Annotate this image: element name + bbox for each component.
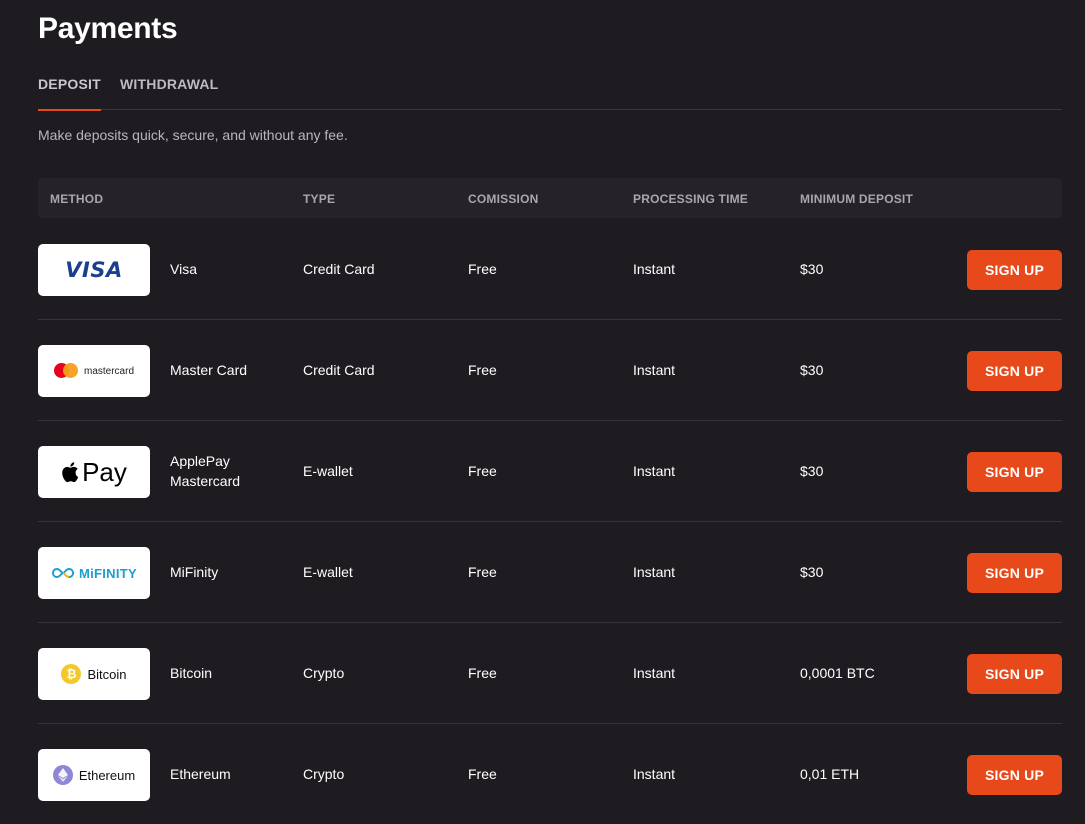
sign-up-button[interactable]: SIGN UP: [967, 452, 1062, 492]
table-row: VISA Visa Credit Card Free Instant $30 S…: [38, 219, 1062, 320]
page-title: Payments: [38, 12, 178, 45]
method-commission: Free: [468, 463, 497, 479]
method-name: MiFinity: [170, 564, 219, 580]
mastercard-logo-text: mastercard: [83, 365, 134, 377]
payment-tabs: DEPOSIT WITHDRAWAL: [38, 76, 1062, 111]
mastercard-logo-icon: mastercard: [38, 345, 150, 397]
method-commission: Free: [468, 261, 497, 277]
mastercard-circles-icon: [53, 363, 78, 379]
sign-up-button[interactable]: SIGN UP: [967, 654, 1062, 694]
tab-withdrawal[interactable]: WITHDRAWAL: [120, 76, 218, 110]
method-processing-time: Instant: [633, 463, 676, 479]
method-commission: Free: [468, 564, 497, 580]
infinity-icon: [51, 567, 74, 579]
method-processing-time: Instant: [633, 766, 676, 782]
ethereum-coin-icon: [52, 765, 73, 785]
sign-up-button[interactable]: SIGN UP: [967, 553, 1062, 593]
page-subtitle: Make deposits quick, secure, and without…: [38, 127, 348, 143]
mifinity-logo-text: MiFINITY: [78, 565, 137, 581]
method-minimum-deposit: $30: [800, 261, 824, 277]
method-commission: Free: [468, 665, 497, 681]
method-type: E-wallet: [303, 564, 353, 580]
table-row: MiFINITY MiFinity E-wallet Free Instant …: [38, 522, 1062, 623]
applepay-logo-icon: Pay: [38, 446, 150, 498]
tab-deposit[interactable]: DEPOSIT: [38, 76, 101, 111]
ethereum-logo-icon: Ethereum: [38, 749, 150, 801]
method-minimum-deposit: 0,01 ETH: [800, 766, 860, 782]
bitcoin-logo-text: Bitcoin: [87, 666, 127, 682]
sign-up-button[interactable]: SIGN UP: [967, 755, 1062, 795]
header-method: METHOD: [50, 192, 104, 206]
method-processing-time: Instant: [633, 665, 676, 681]
visa-logo-icon: VISA: [38, 244, 150, 296]
method-name: Ethereum: [170, 766, 231, 782]
method-type: Crypto: [303, 766, 345, 782]
method-name: Visa: [170, 261, 197, 277]
header-commission: COMISSION: [468, 192, 539, 206]
method-minimum-deposit: $30: [800, 362, 824, 378]
header-minimum-deposit: MINIMUM DEPOSIT: [800, 192, 913, 206]
mifinity-logo-icon: MiFINITY: [38, 547, 150, 599]
sign-up-button[interactable]: SIGN UP: [967, 351, 1062, 391]
table-header: METHOD TYPE COMISSION PROCESSING TIME MI…: [38, 178, 1062, 218]
table-row: Ethereum Ethereum Crypto Free Instant 0,…: [38, 724, 1062, 824]
apple-logo-icon: [62, 462, 79, 483]
table-row: mastercard Master Card Credit Card Free …: [38, 320, 1062, 421]
method-minimum-deposit: $30: [800, 564, 824, 580]
method-type: E-wallet: [303, 463, 353, 479]
method-name: ApplePay Mastercard: [170, 451, 290, 491]
method-name: Bitcoin: [170, 665, 213, 681]
table-row: ₿ Bitcoin Bitcoin Crypto Free Instant 0,…: [38, 623, 1062, 724]
bitcoin-logo-icon: ₿ Bitcoin: [38, 648, 150, 700]
method-processing-time: Instant: [633, 362, 676, 378]
header-processing-time: PROCESSING TIME: [633, 192, 749, 206]
header-type: TYPE: [303, 192, 336, 206]
method-minimum-deposit: 0,0001 BTC: [800, 665, 875, 681]
method-type: Crypto: [303, 665, 345, 681]
table-row: Pay ApplePay Mastercard E-wallet Free In…: [38, 421, 1062, 522]
method-processing-time: Instant: [633, 261, 676, 277]
visa-logo-text: VISA: [65, 258, 123, 282]
method-commission: Free: [468, 362, 497, 378]
bitcoin-coin-icon: ₿: [61, 664, 82, 684]
method-commission: Free: [468, 766, 497, 782]
ethereum-logo-text: Ethereum: [78, 767, 136, 783]
sign-up-button[interactable]: SIGN UP: [967, 250, 1062, 290]
method-name-line2: Mastercard: [170, 473, 241, 489]
method-name-line1: ApplePay: [170, 453, 230, 469]
method-name: Master Card: [170, 362, 248, 378]
applepay-logo-text: Pay: [82, 456, 127, 487]
method-type: Credit Card: [303, 261, 375, 277]
method-minimum-deposit: $30: [800, 463, 824, 479]
method-type: Credit Card: [303, 362, 375, 378]
method-processing-time: Instant: [633, 564, 676, 580]
